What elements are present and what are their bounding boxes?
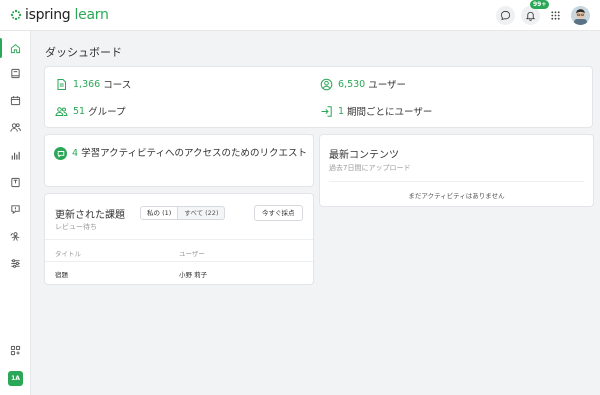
- sidebar-item-messages[interactable]: [0, 197, 31, 221]
- brand-second: learn: [74, 7, 109, 23]
- notifications-button[interactable]: 99+: [521, 0, 550, 25]
- filter-all-button[interactable]: すべて (22): [178, 207, 224, 219]
- sidebar-item-content[interactable]: [0, 61, 31, 85]
- row-title: 宿題: [55, 271, 68, 279]
- stat-courses-label: コース: [103, 80, 132, 91]
- stat-per-period-label: 期間ごとにユーザー: [347, 107, 433, 118]
- home-icon: [10, 43, 21, 53]
- sidebar-item-home[interactable]: [0, 36, 31, 60]
- group-icon: [55, 106, 68, 116]
- calendar-icon: [10, 95, 21, 105]
- settings-sliders-icon: [11, 258, 20, 268]
- latest-content-empty: まだアクティビティはありません: [408, 192, 505, 200]
- avatar-icon: [571, 6, 590, 25]
- divider: [329, 181, 584, 182]
- bell-icon: [525, 11, 536, 21]
- stat-groups-value: 51: [73, 105, 86, 117]
- top-actions: 99+: [496, 0, 590, 31]
- updated-assignments-card: 更新された課題 レビュー待ち 私の (1) すべて (22) 今すぐ採点 タイト…: [44, 193, 314, 285]
- document-icon: [57, 78, 66, 90]
- chart-icon: [11, 151, 20, 160]
- chat-icon: [11, 204, 20, 214]
- sidebar-item-users[interactable]: [0, 115, 31, 139]
- row-user: 小野 莉子: [179, 271, 208, 279]
- grade-now-button[interactable]: 今すぐ採点: [254, 205, 303, 221]
- table-row[interactable]: 宿題 小野 莉子: [45, 262, 313, 284]
- access-requests-text: 4 学習アクティビティへのアクセスのためのリクエスト: [72, 146, 307, 161]
- access-requests-label: 学習アクティビティへのアクセスのためのリクエスト: [81, 148, 307, 159]
- stat-users-label: ユーザー: [368, 80, 407, 91]
- assignments-title: 更新された課題: [55, 210, 125, 221]
- brand-first: ispring: [25, 7, 71, 23]
- account-chip[interactable]: 1A: [8, 371, 23, 386]
- grid-icon: [551, 11, 560, 20]
- apps-grid-button[interactable]: [546, 6, 565, 25]
- stat-groups[interactable]: 51 グループ: [55, 104, 126, 118]
- assignments-filter: 私の (1) すべて (22): [140, 206, 226, 220]
- chat-bubble-icon: [500, 10, 511, 21]
- column-title[interactable]: タイトル: [55, 248, 81, 258]
- chat-button[interactable]: [496, 6, 515, 25]
- stat-per-period-value: 1: [338, 105, 345, 117]
- user-circle-icon: [320, 78, 333, 90]
- certificate-icon: [11, 177, 20, 187]
- book-icon: [11, 68, 20, 78]
- stat-users[interactable]: 6,530 ユーザー: [320, 77, 406, 91]
- sidebar-item-apps[interactable]: [0, 338, 31, 362]
- latest-content-title: 最新コンテンツ: [329, 150, 399, 161]
- sidebar-item-settings[interactable]: [0, 251, 31, 275]
- access-requests-count: 4: [72, 148, 79, 159]
- stats-card: 1,366 コース 6,530 ユーザー 51 グループ 1 期間ごとにユーザー: [44, 66, 593, 128]
- sidebar-item-coaching[interactable]: [0, 224, 31, 248]
- page-title: ダッシュボード: [45, 46, 122, 59]
- notification-badge: 99+: [530, 0, 550, 9]
- table-header: タイトル ユーザー: [45, 239, 313, 262]
- users-icon: [10, 122, 21, 132]
- sidebar-item-calendar[interactable]: [0, 88, 31, 112]
- login-icon: [321, 105, 332, 117]
- message-icon: [54, 147, 67, 160]
- access-requests-card[interactable]: 4 学習アクティビティへのアクセスのためのリクエスト: [44, 134, 314, 187]
- stat-per-period[interactable]: 1 期間ごとにユーザー: [320, 104, 432, 118]
- filter-mine-button[interactable]: 私の (1): [141, 207, 179, 219]
- ispring-logo-icon: [10, 9, 22, 21]
- user-avatar[interactable]: [571, 6, 590, 25]
- latest-content-card: 最新コンテンツ 過去7日間にアップロード まだアクティビティはありません: [319, 134, 594, 207]
- assignments-subtitle: レビュー待ち: [55, 223, 97, 231]
- apps-add-icon: [10, 345, 21, 355]
- stat-courses-value: 1,366: [73, 78, 101, 90]
- stat-groups-label: グループ: [88, 107, 126, 118]
- sidebar-item-certificates[interactable]: [0, 170, 31, 194]
- brand-name: ispring learn: [25, 7, 109, 23]
- latest-content-subtitle: 過去7日間にアップロード: [329, 164, 411, 172]
- logo[interactable]: ispring learn: [10, 0, 109, 31]
- column-user[interactable]: ユーザー: [179, 248, 205, 258]
- sidebar-item-reports[interactable]: [0, 143, 31, 167]
- stat-courses[interactable]: 1,366 コース: [55, 77, 131, 91]
- stat-users-value: 6,530: [338, 78, 366, 90]
- access-requests-row: 4 学習アクティビティへのアクセスのためのリクエスト: [54, 146, 309, 161]
- sidebar: 1A: [0, 31, 31, 395]
- top-bar: ispring learn 99+: [0, 0, 600, 31]
- coach-icon: [10, 231, 20, 241]
